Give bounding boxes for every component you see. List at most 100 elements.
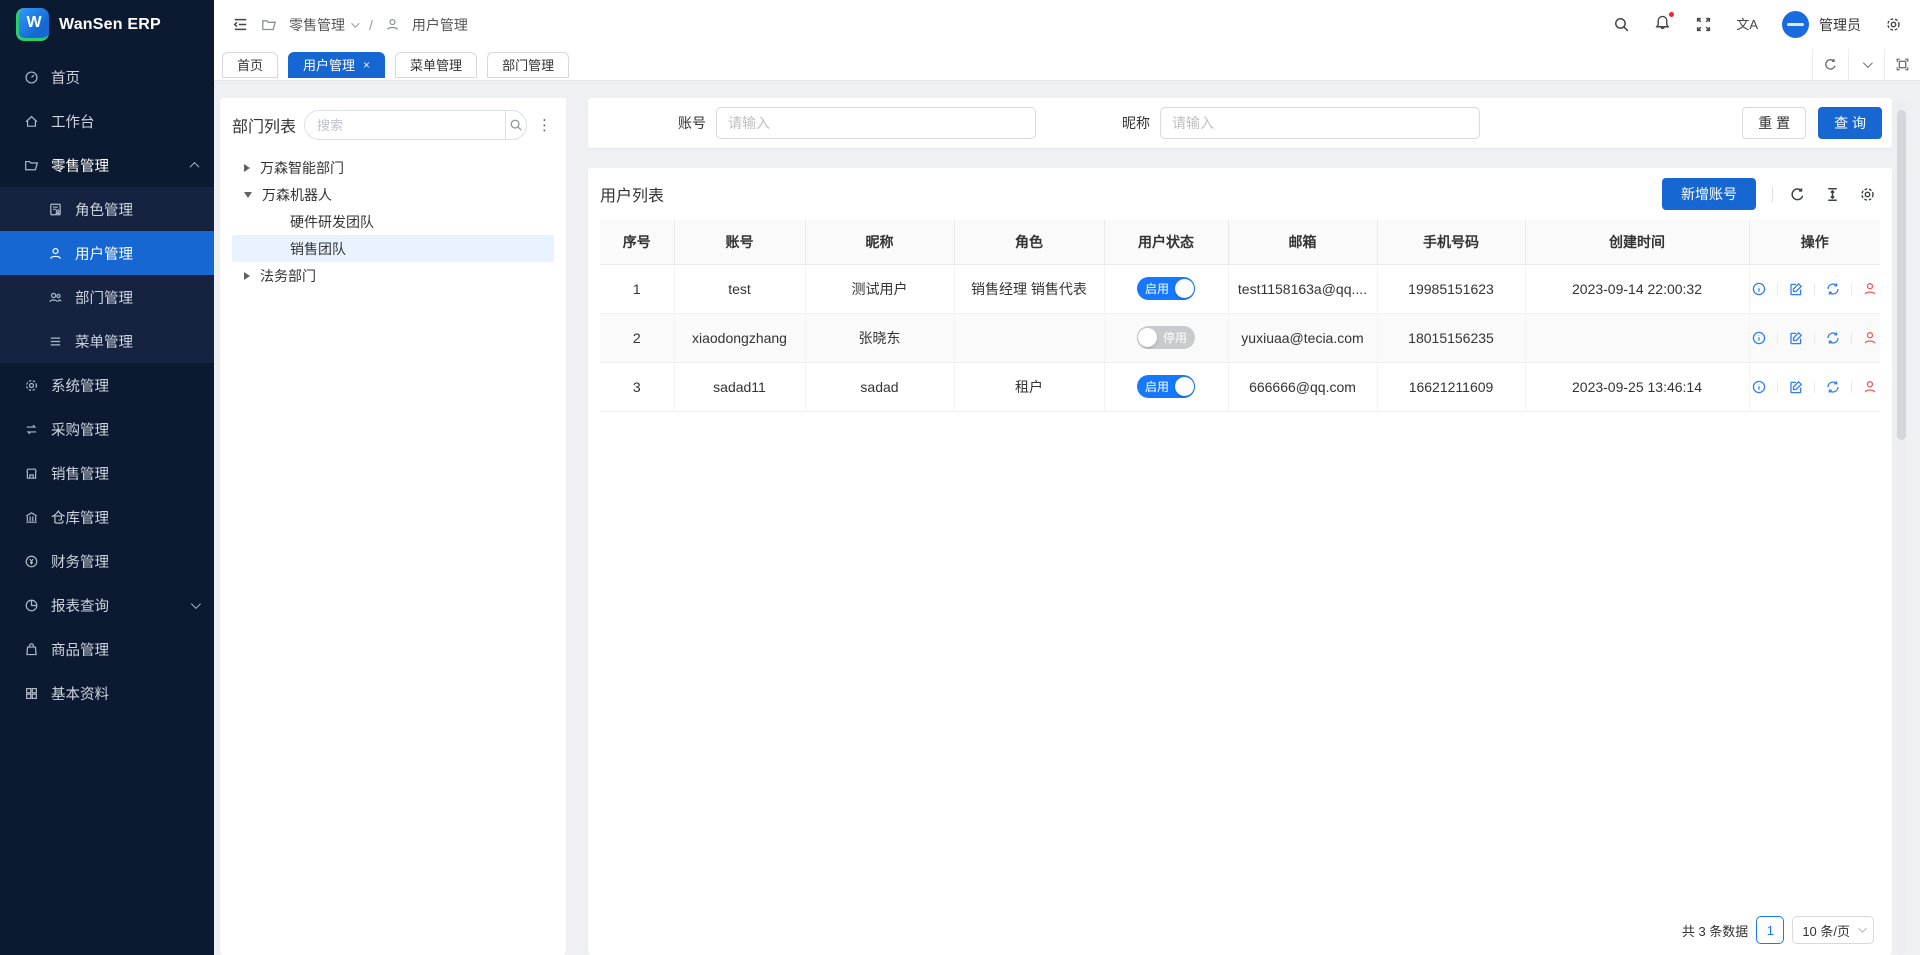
status-toggle[interactable]: 启用 (1137, 375, 1195, 398)
collapse-sidebar-icon[interactable] (232, 16, 249, 33)
page-1-button[interactable]: 1 (1756, 916, 1784, 944)
caret-right-icon[interactable] (244, 164, 250, 172)
tree-node-selected[interactable]: 销售团队 (232, 235, 554, 262)
translate-icon[interactable]: 文A (1736, 18, 1758, 31)
edit-user-icon[interactable] (1788, 379, 1804, 395)
cell-email: yuxiuaa@tecia.com (1228, 313, 1377, 362)
app-title: WanSen ERP (59, 16, 161, 34)
sidebar-item-goods[interactable]: 商品管理 (0, 627, 214, 671)
department-tree: 万森智能部门 万森机器人 硬件研发团队 销售团队 法务部门 (232, 154, 554, 289)
sidebar-item-departments[interactable]: 部门管理 (0, 275, 214, 319)
tree-node-label: 万森智能部门 (260, 158, 344, 178)
edit-user-icon[interactable] (1788, 330, 1804, 346)
chevron-down-icon (351, 19, 359, 27)
tab-dropdown-chevron-icon[interactable] (1848, 49, 1884, 80)
department-panel: 部门列表 ⋮ 万森智能部门 万森机器人 硬件研发团队 (220, 98, 566, 955)
remove-user-icon[interactable] (1862, 379, 1878, 395)
page-size-value: 10 条/页 (1802, 921, 1850, 940)
tab-user-management[interactable]: 用户管理 × (288, 52, 385, 78)
row-density-icon[interactable] (1824, 186, 1841, 203)
tab-home[interactable]: 首页 (222, 52, 278, 78)
filter-buttons: 重 置 查 询 (1742, 107, 1882, 139)
refresh-table-icon[interactable] (1789, 186, 1806, 203)
tree-node[interactable]: 法务部门 (232, 262, 554, 289)
notifications-button[interactable] (1654, 14, 1671, 36)
status-toggle[interactable]: 启用 (1137, 277, 1195, 300)
tab-label: 首页 (237, 55, 263, 74)
search-icon[interactable] (1613, 16, 1630, 33)
sidebar-item-basic-data[interactable]: 基本资料 (0, 671, 214, 715)
logo-row[interactable]: W WanSen ERP (0, 0, 214, 49)
tree-node[interactable]: 万森智能部门 (232, 154, 554, 181)
tree-node[interactable]: 硬件研发团队 (232, 208, 554, 235)
sidebar-item-reports[interactable]: 报表查询 (0, 583, 214, 627)
tree-node-label: 万森机器人 (262, 185, 332, 205)
user-icon (48, 246, 63, 261)
fullscreen-icon[interactable] (1695, 16, 1712, 33)
row-actions (1750, 379, 1881, 395)
remove-user-icon[interactable] (1862, 330, 1878, 346)
reset-password-sync-icon[interactable] (1825, 330, 1841, 346)
money-icon (24, 554, 39, 569)
search-button[interactable]: 查 询 (1818, 107, 1882, 139)
caret-down-icon[interactable] (244, 192, 252, 198)
cell-account: xiaodongzhang (674, 313, 805, 362)
reset-password-sync-icon[interactable] (1825, 379, 1841, 395)
settings-gear-icon[interactable] (1885, 16, 1902, 33)
user-info-icon[interactable] (1751, 330, 1767, 346)
breadcrumb-group[interactable]: 零售管理 (289, 15, 357, 35)
tree-node-label: 销售团队 (290, 239, 346, 259)
col-phone: 手机号码 (1377, 220, 1525, 264)
reset-button[interactable]: 重 置 (1742, 107, 1806, 139)
user-info-icon[interactable] (1751, 281, 1767, 297)
notification-badge (1668, 11, 1675, 18)
account-label: 账号 (678, 113, 706, 133)
action-divider (1777, 381, 1778, 393)
department-search-input[interactable] (305, 118, 505, 133)
sidebar-item-users[interactable]: 用户管理 (0, 231, 214, 275)
sidebar-item-label: 首页 (51, 67, 80, 88)
nickname-input[interactable] (1160, 107, 1480, 139)
sidebar-item-menus[interactable]: 菜单管理 (0, 319, 214, 363)
folder-open-icon (24, 158, 39, 173)
sidebar-item-roles[interactable]: 角色管理 (0, 187, 214, 231)
sidebar-item-workbench[interactable]: 工作台 (0, 99, 214, 143)
maximize-view-icon[interactable] (1884, 49, 1920, 80)
scrollbar-track[interactable] (1896, 98, 1907, 955)
remove-user-icon[interactable] (1862, 281, 1878, 297)
status-toggle[interactable]: 停用 (1137, 326, 1195, 349)
sidebar-item-sales[interactable]: 销售管理 (0, 451, 214, 495)
sidebar-item-retail[interactable]: 零售管理 (0, 143, 214, 187)
bag-icon (24, 642, 39, 657)
sidebar-item-home[interactable]: 首页 (0, 55, 214, 99)
edit-user-icon[interactable] (1788, 281, 1804, 297)
cell-roles (954, 313, 1104, 362)
close-icon[interactable]: × (363, 59, 370, 71)
col-email: 邮箱 (1228, 220, 1377, 264)
refresh-tab-icon[interactable] (1812, 49, 1848, 80)
sidebar-item-finance[interactable]: 财务管理 (0, 539, 214, 583)
sidebar-item-warehouse[interactable]: 仓库管理 (0, 495, 214, 539)
sidebar-item-system[interactable]: 系统管理 (0, 363, 214, 407)
scrollbar-thumb[interactable] (1897, 110, 1906, 440)
tab-menu-management[interactable]: 菜单管理 (395, 52, 477, 78)
department-search-button[interactable] (505, 111, 526, 139)
account-input[interactable] (716, 107, 1036, 139)
tree-node[interactable]: 万森机器人 (232, 181, 554, 208)
tab-dept-management[interactable]: 部门管理 (487, 52, 569, 78)
add-account-button[interactable]: 新增账号 (1662, 178, 1756, 210)
sidebar-item-label: 商品管理 (51, 639, 109, 660)
column-settings-gear-icon[interactable] (1859, 186, 1876, 203)
tab-controls (1812, 49, 1920, 80)
username: 管理员 (1819, 15, 1861, 35)
col-account: 账号 (674, 220, 805, 264)
more-options-icon[interactable]: ⋮ (535, 116, 554, 134)
sidebar: W WanSen ERP 首页 工作台 零售管理 角色管理 (0, 0, 214, 955)
page-size-select[interactable]: 10 条/页 (1792, 916, 1874, 944)
sidebar-item-purchase[interactable]: 采购管理 (0, 407, 214, 451)
user-info-icon[interactable] (1751, 379, 1767, 395)
caret-right-icon[interactable] (244, 272, 250, 280)
user-menu[interactable]: 管理员 (1782, 11, 1861, 38)
reset-password-sync-icon[interactable] (1825, 281, 1841, 297)
table-row: 1 test 测试用户 销售经理 销售代表 启用 test1158163a@qq… (600, 264, 1880, 313)
